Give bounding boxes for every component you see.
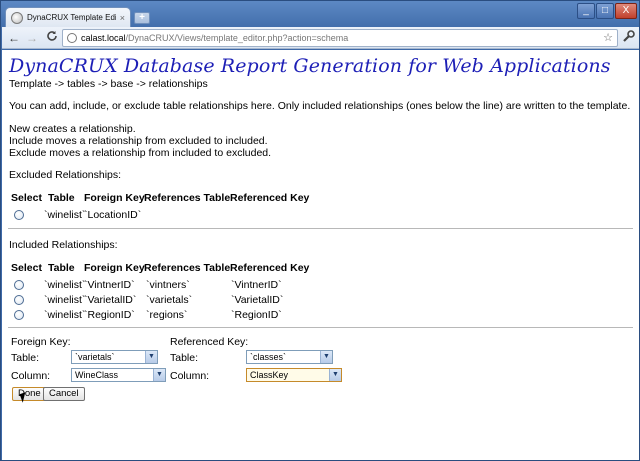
chevron-down-icon: ▼ <box>320 351 332 363</box>
included-row-references-table: `regions` <box>146 309 188 321</box>
included-row-references-table: `vintners` <box>146 279 190 291</box>
wrench-menu-icon[interactable] <box>622 30 635 46</box>
excluded-col-foreign-key: Foreign Key <box>84 192 145 204</box>
excluded-col-table: Table <box>48 192 75 204</box>
included-row-foreign-key: `RegionID` <box>84 309 135 321</box>
divider-line <box>8 327 633 328</box>
excluded-row-radio[interactable] <box>14 210 24 220</box>
page-content: DynaCRUX Database Report Generation for … <box>2 50 639 460</box>
fk-table-value: `varietals` <box>75 352 115 362</box>
included-row-references-table: `varietals` <box>146 294 193 306</box>
minimize-button[interactable]: _ <box>577 3 595 19</box>
reload-icon[interactable] <box>44 30 60 46</box>
chevron-down-icon: ▼ <box>145 351 157 363</box>
fk-column-value: WineClass <box>75 370 119 380</box>
bookmark-star-icon[interactable]: ☆ <box>603 31 613 44</box>
browser-window: DynaCRUX Template Editor × + _ □ X ← → c… <box>0 0 640 461</box>
included-col-references-table: References Table <box>144 262 231 274</box>
included-col-select: Select <box>11 262 42 274</box>
included-row-radio[interactable] <box>14 280 24 290</box>
included-col-foreign-key: Foreign Key <box>84 262 145 274</box>
rk-column-value: ClassKey <box>250 370 289 380</box>
included-row-table: `winelist` <box>44 279 86 291</box>
foreign-key-heading: Foreign Key: <box>11 336 71 348</box>
divider-line <box>8 228 633 229</box>
help-line-include: Include moves a relationship from exclud… <box>9 135 268 147</box>
done-button[interactable]: Done <box>12 387 47 401</box>
breadcrumb: Template -> tables -> base -> relationsh… <box>9 78 208 90</box>
help-line-exclude: Exclude moves a relationship from includ… <box>9 147 272 159</box>
included-col-referenced-key: Referenced Key <box>230 262 310 274</box>
included-row-referenced-key: `VintnerID` <box>231 279 282 291</box>
included-row-referenced-key: `VarietalID` <box>231 294 284 306</box>
url-host: calast.local <box>81 33 126 43</box>
fk-table-select[interactable]: `varietals` ▼ <box>71 350 158 364</box>
excluded-row-foreign-key: `LocationID` <box>84 209 142 221</box>
fk-column-select[interactable]: WineClass ▼ <box>71 368 166 382</box>
back-arrow-icon[interactable]: ← <box>6 30 22 46</box>
help-line-new: New creates a relationship. <box>9 123 136 135</box>
referenced-key-heading: Referenced Key: <box>170 336 249 348</box>
new-tab-button[interactable]: + <box>134 12 150 24</box>
rk-table-select[interactable]: `classes` ▼ <box>246 350 333 364</box>
tab-title: DynaCRUX Template Editor <box>27 13 116 22</box>
included-row-foreign-key: `VarietalID` <box>84 294 137 306</box>
tab-strip: DynaCRUX Template Editor × + _ □ X <box>1 1 639 27</box>
chevron-down-icon: ▼ <box>329 369 341 381</box>
page-icon <box>67 33 77 43</box>
address-bar[interactable]: calast.local /DynaCRUX/Views/template_ed… <box>62 29 618 47</box>
excluded-col-references-table: References Table <box>144 192 231 204</box>
chevron-down-icon: ▼ <box>153 369 165 381</box>
forward-arrow-icon[interactable]: → <box>24 30 40 46</box>
favicon-icon <box>11 11 23 24</box>
excluded-heading: Excluded Relationships: <box>9 169 122 181</box>
fk-table-label: Table: <box>11 352 40 364</box>
included-row-foreign-key: `VintnerID` <box>84 279 135 291</box>
url-path: /DynaCRUX/Views/template_editor.php?acti… <box>125 33 349 43</box>
page-title: DynaCRUX Database Report Generation for … <box>9 55 611 77</box>
intro-text: You can add, include, or exclude table r… <box>9 100 631 112</box>
included-row-table: `winelist` <box>44 294 86 306</box>
maximize-button[interactable]: □ <box>596 3 614 19</box>
fk-column-label: Column: <box>11 370 51 382</box>
included-row-table: `winelist` <box>44 309 86 321</box>
rk-table-label: Table: <box>170 352 199 364</box>
rk-column-select[interactable]: ClassKey ▼ <box>246 368 342 382</box>
excluded-col-referenced-key: Referenced Key <box>230 192 310 204</box>
included-col-table: Table <box>48 262 75 274</box>
browser-tab[interactable]: DynaCRUX Template Editor × <box>5 7 131 27</box>
included-row-referenced-key: `RegionID` <box>231 309 282 321</box>
excluded-row-table: `winelist` <box>44 209 86 221</box>
included-heading: Included Relationships: <box>9 239 118 251</box>
rk-column-label: Column: <box>170 370 210 382</box>
close-window-button[interactable]: X <box>615 3 637 19</box>
included-row-radio[interactable] <box>14 310 24 320</box>
rk-table-value: `classes` <box>250 352 287 362</box>
included-row-radio[interactable] <box>14 295 24 305</box>
close-tab-icon[interactable]: × <box>120 13 125 23</box>
excluded-col-select: Select <box>11 192 42 204</box>
cancel-button[interactable]: Cancel <box>43 387 85 401</box>
browser-toolbar: ← → calast.local /DynaCRUX/Views/templat… <box>2 27 639 49</box>
